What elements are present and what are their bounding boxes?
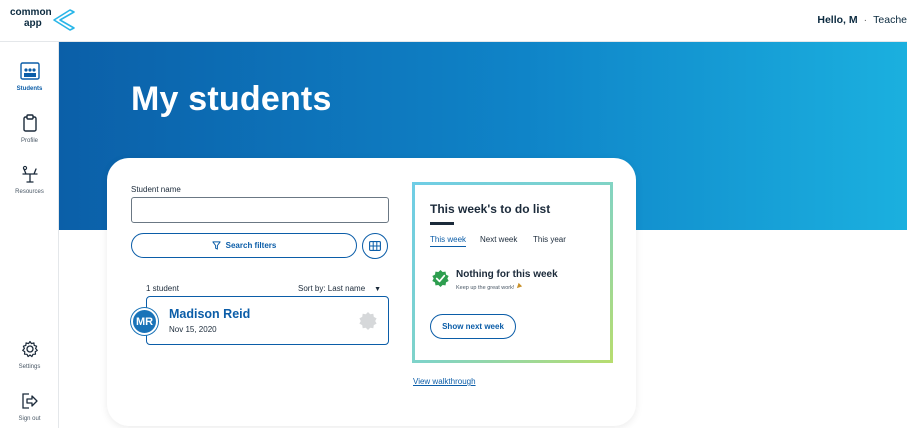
empty-state-title: Nothing for this week (456, 269, 558, 280)
sidebar-item-label: Students (16, 86, 43, 92)
sidebar-item-label: Settings (18, 364, 41, 370)
sidebar-item-label: Resources (15, 189, 44, 195)
user-role: Teache (873, 14, 907, 26)
tab-this-year[interactable]: This year (533, 235, 566, 244)
student-name-label: Student name (131, 185, 181, 194)
greeting-text: Hello, M (817, 14, 858, 26)
separator-dot: · (863, 14, 868, 26)
grid-view-button[interactable] (362, 233, 388, 259)
sidebar-item-label: Profile (20, 138, 38, 144)
common-app-logo[interactable]: common app (10, 7, 80, 35)
search-filters-label: Search filters (225, 241, 277, 250)
user-greeting[interactable]: Hello, M · Teache (817, 14, 907, 26)
sidebar-item-students[interactable]: Students (0, 62, 59, 92)
filter-icon (212, 241, 221, 250)
sort-dropdown[interactable]: Sort by: Last name ▼ (298, 284, 381, 293)
sidebar-item-profile[interactable]: Profile (0, 114, 59, 144)
student-date: Nov 15, 2020 (169, 325, 217, 334)
sidebar-item-resources[interactable]: Resources (0, 165, 59, 195)
students-icon (19, 62, 40, 80)
student-name-input[interactable] (131, 197, 389, 223)
todo-panel: This week's to do list This week Next we… (412, 182, 613, 363)
resources-icon (21, 165, 38, 183)
show-next-week-button[interactable]: Show next week (430, 314, 516, 339)
student-name[interactable]: Madison Reid (169, 307, 250, 321)
title-divider (430, 222, 454, 225)
avatar: MR (131, 308, 158, 335)
sign-out-icon (21, 393, 38, 409)
sidebar-item-sign-out[interactable]: Sign out (0, 392, 59, 422)
search-filters-button[interactable]: Search filters (131, 233, 357, 258)
sidebar-item-label: Sign out (18, 416, 41, 422)
clipboard-icon (22, 114, 37, 132)
page-title: My students (131, 80, 332, 118)
sort-label: Sort by: Last name (298, 284, 366, 293)
top-bar: common app Hello, M · Teache (0, 0, 907, 42)
party-icon (516, 282, 523, 289)
sidebar: Students Profile Resources Settings Sign… (0, 42, 59, 428)
check-badge-icon (432, 269, 449, 288)
caret-down-icon: ▼ (374, 286, 382, 293)
sidebar-item-settings[interactable]: Settings (0, 340, 59, 370)
logo-text-line1: common (10, 7, 52, 18)
tab-next-week[interactable]: Next week (480, 235, 517, 244)
logo-mark-icon (53, 9, 75, 31)
status-badge-icon (359, 312, 377, 330)
student-count: 1 student (146, 284, 179, 293)
logo-text-line2: app (24, 18, 42, 29)
table-grid-icon (369, 241, 381, 251)
gear-icon (21, 340, 38, 358)
tab-this-week[interactable]: This week (430, 235, 467, 247)
empty-state-subtitle: Keep up the great work! (456, 282, 523, 291)
view-walkthrough-link[interactable]: View walkthrough (413, 377, 476, 386)
todo-title: This week's to do list (430, 202, 551, 216)
